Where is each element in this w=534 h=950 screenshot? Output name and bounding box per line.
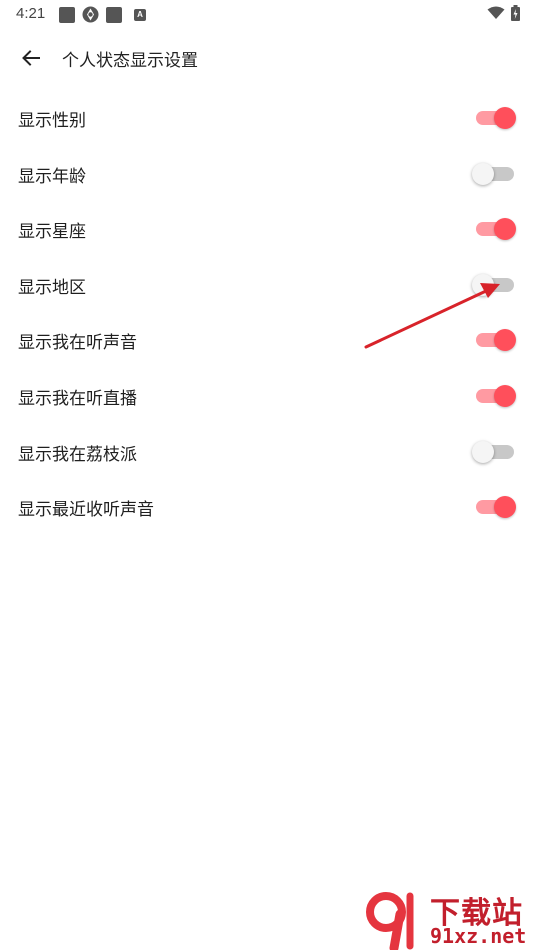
aperture-icon [82,6,99,23]
toggle-switch[interactable] [472,163,516,185]
setting-label: 显示我在听直播 [18,389,137,409]
toggle-switch[interactable] [472,107,516,129]
toggle-thumb [494,107,516,129]
toggle-switch[interactable] [472,218,516,240]
toggle-thumb [494,218,516,240]
toggle-thumb [494,496,516,518]
notification-square-icon [59,6,75,23]
notification-icons: A [59,6,146,23]
toggle-thumb [494,329,516,351]
setting-row-age: 显示年龄 [0,146,534,202]
watermark: 下载站 91xz.net [364,888,534,950]
toggle-thumb [472,274,494,296]
setting-label: 显示我在听声音 [18,333,137,353]
setting-label: 显示性别 [18,111,86,131]
toggle-thumb [472,163,494,185]
arrow-left-icon [22,50,40,66]
watermark-logo-icon [366,892,414,950]
setting-row-region: 显示地区 [0,257,534,313]
page-title: 个人状态显示设置 [62,51,198,71]
app-bar: 个人状态显示设置 [0,36,534,80]
status-bar: 4:21 A [0,0,534,28]
toggle-switch[interactable] [472,274,516,296]
setting-row-lizhi-party: 显示我在荔枝派 [0,424,534,480]
toggle-switch[interactable] [472,496,516,518]
back-button[interactable] [18,45,44,71]
toggle-switch[interactable] [472,385,516,407]
battery-icon [511,5,520,21]
setting-row-recent-listening: 显示最近收听声音 [0,479,534,535]
setting-label: 显示地区 [18,278,86,298]
setting-row-constellation: 显示星座 [0,201,534,257]
toggle-thumb [472,441,494,463]
toggle-thumb [494,385,516,407]
wifi-icon [487,6,505,19]
setting-label: 显示星座 [18,222,86,242]
status-time: 4:21 [16,5,46,22]
setting-label: 显示最近收听声音 [18,500,154,520]
toggle-switch[interactable] [472,441,516,463]
notification-a-icon: A [134,8,146,21]
toggle-switch[interactable] [472,329,516,351]
setting-row-gender: 显示性别 [0,90,534,146]
notification-square-icon [106,6,122,23]
setting-label: 显示年龄 [18,167,86,187]
setting-row-listening-audio: 显示我在听声音 [0,312,534,368]
system-icons [487,5,520,21]
watermark-url: 91xz.net [430,924,527,948]
setting-row-listening-live: 显示我在听直播 [0,368,534,424]
setting-label: 显示我在荔枝派 [18,445,137,465]
